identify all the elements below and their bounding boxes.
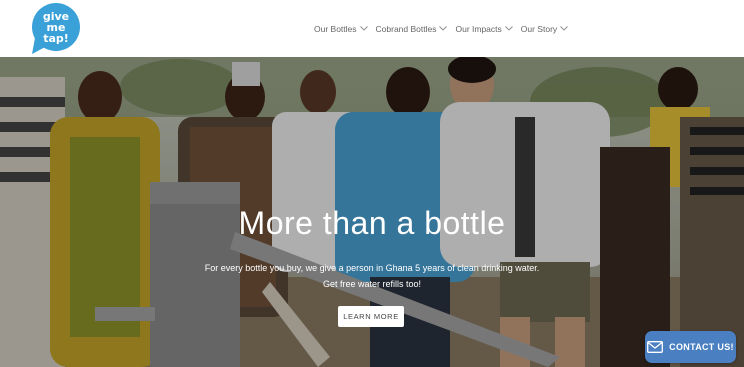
- chevron-down-icon: [359, 26, 368, 31]
- main-nav: Our Bottles Cobrand Bottles Our Impacts …: [314, 0, 576, 57]
- hero-title: More than a bottle: [238, 205, 506, 241]
- nav-item-our-story[interactable]: Our Story: [521, 24, 568, 34]
- learn-more-button[interactable]: LEARN MORE: [338, 306, 404, 327]
- nav-item-label: Our Story: [520, 23, 558, 34]
- contact-us-label: CONTACT US!: [669, 342, 734, 352]
- nav-item-label: Cobrand Bottles: [375, 23, 437, 34]
- chevron-down-icon: [439, 26, 448, 31]
- nav-item-our-impacts[interactable]: Our Impacts: [455, 23, 513, 34]
- nav-item-label: Our Bottles: [314, 23, 357, 34]
- chevron-down-icon: [504, 26, 513, 31]
- nav-item-our-bottles[interactable]: Our Bottles: [314, 24, 368, 34]
- nav-item-label: Our Impacts: [455, 23, 502, 34]
- hero-subtitle: For every bottle you buy, we give a pers…: [204, 263, 540, 273]
- logo-text: give me tap!: [42, 10, 70, 45]
- nav-item-cobrand-bottles[interactable]: Cobrand Bottles: [376, 24, 448, 34]
- chevron-down-icon: [560, 26, 568, 31]
- site-header: give me tap! Our Bottles Cobrand Bottles…: [0, 0, 744, 58]
- give-me-tap-logo[interactable]: give me tap!: [29, 2, 83, 56]
- contact-us-button[interactable]: CONTACT US!: [645, 331, 736, 363]
- hero-banner: More than a bottle For every bottle you …: [0, 57, 744, 367]
- mail-icon: [647, 341, 664, 353]
- hero-subtitle-secondary: Get free water refills too!: [322, 279, 422, 289]
